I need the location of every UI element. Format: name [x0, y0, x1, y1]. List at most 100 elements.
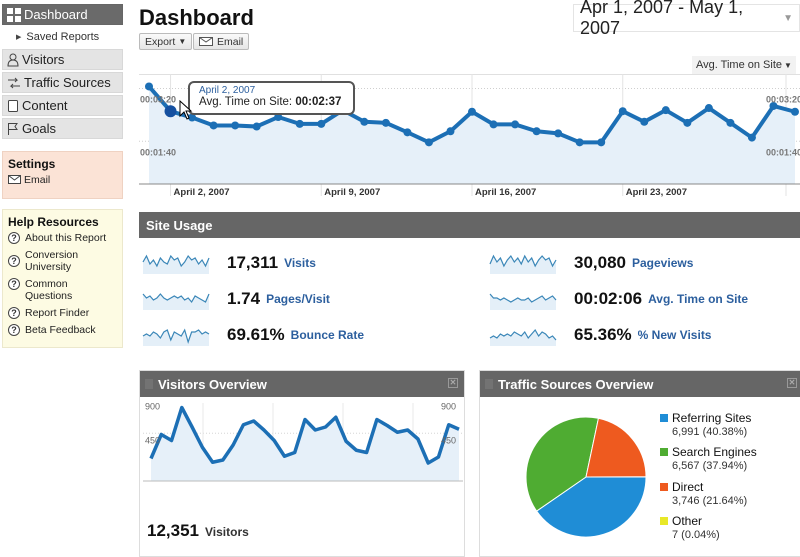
export-button[interactable]: Export ▼: [139, 33, 193, 50]
sparkline: [489, 293, 557, 310]
close-icon[interactable]: ✕: [787, 378, 797, 388]
y-tick-label-left: 450: [145, 435, 160, 445]
metric-bounce-rate[interactable]: 69.61% Bounce Rate: [141, 322, 364, 348]
page-title: Dashboard: [139, 5, 254, 30]
tooltip-label: Avg. Time on Site:: [199, 96, 293, 108]
data-point: [231, 121, 240, 130]
legend-direct: Direct 3,746 (21.64%): [660, 480, 747, 507]
data-point: [317, 119, 326, 128]
metric-label[interactable]: Visits: [284, 256, 316, 270]
metric-avg-time-on-site[interactable]: 00:02:06 Avg. Time on Site: [488, 286, 748, 312]
chevron-down-icon: ▼: [178, 37, 187, 46]
envelope-icon: [8, 175, 21, 184]
x-tick-label: April 9, 2007: [324, 187, 380, 198]
close-icon[interactable]: ✕: [448, 378, 458, 388]
sidebar-item-label: Content: [22, 98, 68, 113]
data-point: [791, 107, 799, 116]
help-icon: ?: [8, 324, 20, 336]
y-tick-label-left: 00:01:40: [140, 147, 176, 157]
data-point: [704, 104, 713, 113]
settings-email-link[interactable]: Email: [8, 174, 117, 186]
email-button[interactable]: Email: [193, 33, 250, 50]
chevron-down-icon: ▼: [784, 60, 792, 70]
visitors-total-value: 12,351: [147, 521, 199, 540]
metric-label[interactable]: Pageviews: [632, 256, 693, 270]
flag-icon: [8, 122, 18, 135]
settings-box: Settings Email: [2, 151, 123, 199]
traffic-sources-pie[interactable]: [521, 412, 651, 542]
metric-value: 17,311: [227, 253, 279, 272]
legend-referring-sites: Referring Sites 6,991 (40.38%): [660, 411, 751, 438]
traffic-sources-header[interactable]: Traffic Sources Overview ✕: [480, 371, 800, 397]
sparkline: [142, 328, 210, 346]
sidebar-item-traffic-sources[interactable]: Traffic Sources: [2, 72, 123, 93]
metric-label[interactable]: Avg. Time on Site: [648, 292, 748, 306]
x-tick-label: April 2, 2007: [174, 187, 230, 198]
legend-swatch: [660, 517, 668, 525]
sidebar-item-content[interactable]: Content: [2, 95, 123, 116]
site-usage-header: Site Usage: [139, 212, 800, 238]
visitors-overview-header[interactable]: Visitors Overview ✕: [140, 371, 464, 397]
sparkline-area: [490, 330, 556, 346]
legend-search-engines: Search Engines 6,567 (37.94%): [660, 445, 757, 472]
sidebar-item-label: Saved Reports: [26, 31, 100, 43]
visitors-overview-panel: Visitors Overview ✕ 450 450 900 900 12,351 …: [139, 370, 465, 557]
data-point: [640, 117, 649, 126]
metric-value: 69.61%: [227, 325, 285, 344]
settings-title: Settings: [8, 157, 56, 171]
data-point: [683, 118, 692, 127]
metric-new-visits[interactable]: 65.36% % New Visits: [488, 322, 711, 348]
metric-value: 65.36%: [574, 325, 632, 344]
metric-label[interactable]: % New Visits: [638, 328, 712, 342]
metric-label[interactable]: Pages/Visit: [266, 292, 330, 306]
y-tick-label-right: 900: [441, 403, 456, 412]
metric-label[interactable]: Bounce Rate: [291, 328, 364, 342]
y-tick-label-left: 00:03:20: [140, 95, 176, 105]
chart-tooltip: April 2, 2007 Avg. Time on Site: 00:02:3…: [188, 81, 355, 115]
data-point: [489, 120, 498, 129]
data-point: [532, 127, 541, 136]
data-point: [424, 138, 433, 147]
highlighted-data-point: [164, 105, 177, 118]
drag-handle-icon[interactable]: [485, 379, 493, 389]
sidebar: Dashboard ▶ Saved Reports Visitors Traff…: [2, 4, 123, 348]
data-point: [747, 133, 756, 142]
drag-handle-icon[interactable]: [145, 379, 153, 389]
help-link-conversion-university[interactable]: ? Conversion University: [8, 249, 117, 273]
envelope-icon: [199, 37, 213, 46]
help-link-report-finder[interactable]: ? Report Finder: [8, 307, 117, 319]
help-icon: ?: [8, 278, 20, 290]
metric-value: 1.74: [227, 289, 261, 308]
sparkline: [142, 293, 210, 310]
arrows-icon: [8, 77, 20, 88]
sidebar-item-visitors[interactable]: Visitors: [2, 49, 123, 70]
sidebar-item-label: Visitors: [22, 52, 65, 67]
data-point: [511, 120, 520, 129]
date-range-picker[interactable]: Apr 1, 2007 - May 1, 2007 ▼: [573, 0, 800, 38]
data-point: [468, 107, 476, 116]
metric-pageviews[interactable]: 30,080 Pageviews: [488, 250, 693, 276]
help-resources-box: Help Resources ? About this Report ? Conve…: [2, 209, 123, 348]
metric-value: 30,080: [574, 253, 626, 272]
legend-swatch: [660, 483, 668, 491]
sidebar-item-dashboard[interactable]: Dashboard: [2, 4, 123, 25]
help-link-common-questions[interactable]: ? Common Questions: [8, 278, 117, 302]
metric-value: 00:02:06: [574, 289, 643, 308]
chevron-down-icon: ▼: [783, 12, 793, 24]
help-link-beta-feedback[interactable]: ? Beta Feedback: [8, 324, 117, 336]
legend-swatch: [660, 448, 668, 456]
data-point: [209, 121, 218, 130]
visitors-chart[interactable]: 450 450 900 900: [143, 403, 463, 503]
metric-pages-per-visit[interactable]: 1.74 Pages/Visit: [141, 286, 330, 312]
sidebar-item-saved-reports[interactable]: ▶ Saved Reports: [2, 27, 123, 47]
sidebar-item-goals[interactable]: Goals: [2, 118, 123, 139]
y-tick-label-right: 450: [441, 435, 456, 445]
help-link-about[interactable]: ? About this Report: [8, 232, 117, 244]
mouse-cursor-icon: [179, 100, 193, 120]
triangle-right-icon: ▶: [16, 34, 22, 41]
help-icon: ?: [8, 232, 20, 244]
x-tick-label: April 16, 2007: [475, 187, 536, 198]
data-point: [618, 107, 627, 116]
metric-select[interactable]: Avg. Time on Site ▼: [692, 56, 796, 74]
metric-visits[interactable]: 17,311 Visits: [141, 250, 316, 276]
